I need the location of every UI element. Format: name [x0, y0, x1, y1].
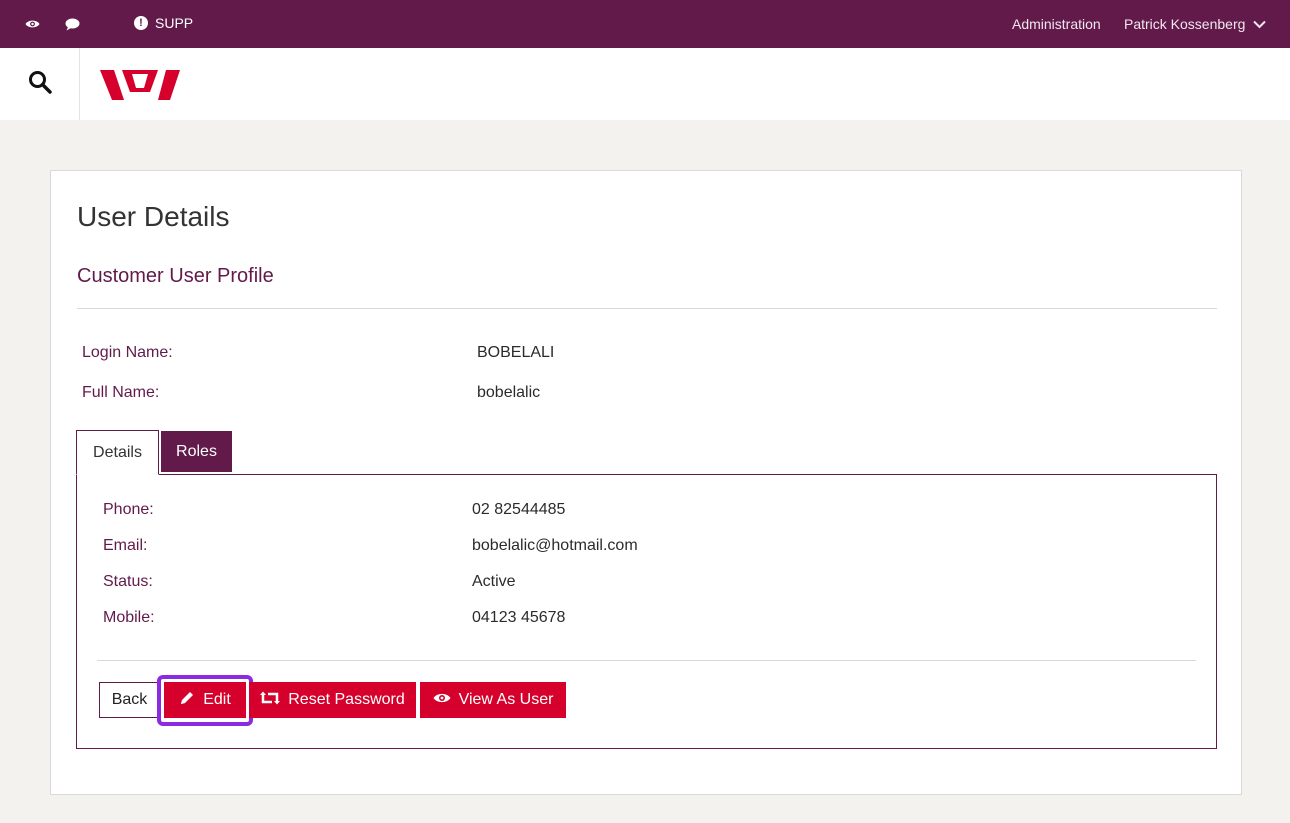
status-label: Status:	[103, 573, 153, 590]
mobile-value: 04123 45678	[472, 609, 566, 626]
search-button[interactable]	[0, 48, 80, 120]
chevron-down-icon	[1253, 16, 1267, 32]
back-button-label: Back	[111, 691, 148, 708]
full-name-value: bobelalic	[477, 384, 541, 401]
tab-roles[interactable]: Roles	[161, 431, 232, 472]
divider	[97, 660, 1196, 661]
user-name: Patrick Kossenberg	[1124, 16, 1246, 32]
status-value: Active	[472, 573, 516, 590]
administration-link[interactable]: Administration	[1012, 16, 1101, 32]
eye-icon	[433, 691, 451, 709]
edit-button[interactable]: Edit	[164, 682, 246, 718]
full-name-label: Full Name:	[82, 384, 160, 401]
eye-icon[interactable]	[24, 16, 40, 32]
supp-label: SUPP	[155, 15, 194, 31]
search-icon	[28, 70, 52, 99]
email-value: bobelalic@hotmail.com	[472, 537, 638, 554]
reset-password-button-label: Reset Password	[288, 691, 405, 708]
phone-label: Phone:	[103, 501, 154, 518]
comment-icon[interactable]	[64, 16, 80, 32]
pencil-icon	[179, 690, 195, 711]
divider	[77, 308, 1217, 309]
tab-details[interactable]: Details	[76, 430, 159, 475]
view-as-user-button-label: View As User	[458, 691, 554, 708]
user-menu[interactable]: Patrick Kossenberg	[1124, 16, 1267, 32]
email-label: Email:	[103, 537, 148, 554]
brand-bar	[0, 48, 1290, 120]
top-navigation-bar: ! SUPP Administration Patrick Kossenberg	[0, 0, 1290, 48]
phone-value: 02 82544485	[472, 501, 566, 518]
login-name-value: BOBELALI	[477, 344, 555, 361]
details-tab-panel: Phone: 02 82544485 Email: bobelalic@hotm…	[76, 474, 1217, 749]
section-subtitle: Customer User Profile	[77, 265, 274, 287]
supp-indicator[interactable]: ! SUPP	[134, 15, 193, 31]
refresh-icon	[260, 691, 281, 710]
login-name-label: Login Name:	[82, 344, 173, 361]
view-as-user-button[interactable]: View As User	[420, 682, 566, 718]
user-details-card: User Details Customer User Profile Login…	[50, 170, 1242, 795]
edit-button-label: Edit	[203, 691, 231, 708]
westpac-logo[interactable]	[100, 68, 180, 102]
reset-password-button[interactable]: Reset Password	[249, 682, 416, 718]
exclamation-circle-icon: !	[134, 16, 148, 30]
mobile-label: Mobile:	[103, 609, 155, 626]
back-button[interactable]: Back	[99, 682, 160, 718]
page-title: User Details	[77, 201, 230, 232]
